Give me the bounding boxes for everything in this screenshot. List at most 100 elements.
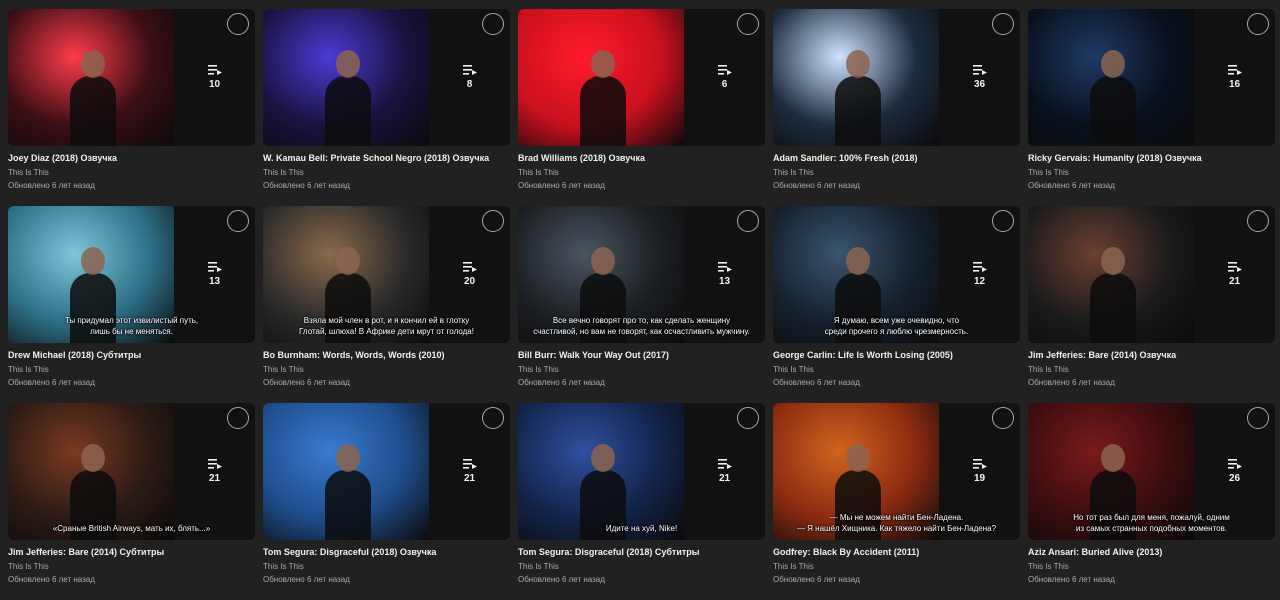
performer-head [81, 247, 105, 275]
playlist-card[interactable]: 21 Tom Segura: Disgraceful (2018) Озвучка… [263, 403, 510, 600]
video-count: 21 [1228, 276, 1241, 287]
playlist-thumbnail[interactable]: 21 Идите на хуй, Nike! [518, 403, 765, 540]
thumbnail-subtitle: Я думаю, всем уже очевидно, что среди пр… [824, 316, 969, 336]
playlist-icon [1227, 262, 1242, 272]
playlist-title[interactable]: Bill Burr: Walk Your Way Out (2017) [518, 350, 765, 360]
playlist-thumbnail[interactable]: 16 [1028, 9, 1275, 146]
playlist-icon [972, 459, 987, 469]
playlist-title[interactable]: Brad Williams (2018) Озвучка [518, 153, 765, 163]
playlist-title[interactable]: Adam Sandler: 100% Fresh (2018) [773, 153, 1020, 163]
performer-head [336, 50, 360, 78]
playlist-thumbnail[interactable]: 13 Ты придумал этот извилистый путь, лишь… [8, 206, 255, 343]
playlist-title[interactable]: Ricky Gervais: Humanity (2018) Озвучка [1028, 153, 1275, 163]
channel-name[interactable]: This Is This [518, 365, 765, 374]
playlist-icon [1227, 65, 1242, 75]
updated-label: Обновлено 6 лет назад [8, 181, 95, 190]
playlist-icon [207, 65, 222, 75]
channel-logo-icon [227, 13, 249, 35]
updated-label: Обновлено 6 лет назад [518, 378, 605, 387]
channel-name[interactable]: This Is This [773, 365, 1020, 374]
thumbnail-subtitle: Идите на хуй, Nike! [605, 524, 678, 533]
performer-head [336, 247, 360, 275]
playlist-thumbnail[interactable]: 10 [8, 9, 255, 146]
playlist-card[interactable]: 16 Ricky Gervais: Humanity (2018) Озвучка… [1028, 9, 1275, 206]
channel-name[interactable]: This Is This [518, 168, 765, 177]
channel-name[interactable]: This Is This [263, 365, 510, 374]
playlist-card[interactable]: 21 «Сраные British Airways, мать их, блят… [8, 403, 255, 600]
playlist-card[interactable]: 20 Взяла мой член в рот, и я кончил ей в … [263, 206, 510, 403]
playlist-icon [1227, 459, 1242, 469]
video-count: 12 [973, 276, 986, 287]
updated-label: Обновлено 6 лет назад [518, 575, 605, 584]
playlist-card[interactable]: 36 Adam Sandler: 100% Fresh (2018) This Is… [773, 9, 1020, 206]
playlist-icon [462, 65, 477, 75]
playlist-card[interactable]: 8 W. Kamau Bell: Private School Negro (20… [263, 9, 510, 206]
video-count: 19 [973, 473, 986, 484]
channel-name[interactable]: This Is This [8, 168, 255, 177]
playlist-thumbnail[interactable]: 8 [263, 9, 510, 146]
performer-head [81, 444, 105, 472]
playlist-card[interactable]: 12 Я думаю, всем уже очевидно, что среди … [773, 206, 1020, 403]
channel-name[interactable]: This Is This [518, 562, 765, 571]
playlist-card[interactable]: 21 Jim Jefferies: Bare (2014) Озвучка This… [1028, 206, 1275, 403]
channel-logo-icon [992, 210, 1014, 232]
playlist-card[interactable]: 13 Все вечно говорят про то, как сделать … [518, 206, 765, 403]
channel-name[interactable]: This Is This [773, 562, 1020, 571]
playlist-title[interactable]: George Carlin: Life Is Worth Losing (200… [773, 350, 1020, 360]
thumbnail-subtitle: — Мы не можем найти Бен-Ладена. — Я нашё… [796, 513, 997, 533]
playlist-title[interactable]: Godfrey: Black By Accident (2011) [773, 547, 1020, 557]
updated-label: Обновлено 6 лет назад [263, 575, 350, 584]
playlist-title[interactable]: Jim Jefferies: Bare (2014) Озвучка [1028, 350, 1275, 360]
thumbnail-image [1028, 206, 1194, 343]
playlist-title[interactable]: Joey Diaz (2018) Озвучка [8, 153, 255, 163]
playlist-title[interactable]: W. Kamau Bell: Private School Negro (201… [263, 153, 510, 163]
playlist-icon [717, 262, 732, 272]
playlist-title[interactable]: Bo Burnham: Words, Words, Words (2010) [263, 350, 510, 360]
performer-silhouette [580, 76, 626, 146]
channel-name[interactable]: This Is This [263, 168, 510, 177]
playlist-thumbnail[interactable]: 13 Все вечно говорят про то, как сделать … [518, 206, 765, 343]
channel-name[interactable]: This Is This [263, 562, 510, 571]
playlist-card[interactable]: 13 Ты придумал этот извилистый путь, лишь… [8, 206, 255, 403]
channel-name[interactable]: This Is This [1028, 365, 1275, 374]
playlist-title[interactable]: Aziz Ansari: Buried Alive (2013) [1028, 547, 1275, 557]
playlist-thumbnail[interactable]: 19 — Мы не можем найти Бен-Ладена. — Я на… [773, 403, 1020, 540]
channel-logo-icon [1247, 407, 1269, 429]
performer-head [336, 444, 360, 472]
channel-name[interactable]: This Is This [8, 365, 255, 374]
playlist-card[interactable]: 6 Brad Williams (2018) Озвучка This Is Thi… [518, 9, 765, 206]
playlist-thumbnail[interactable]: 20 Взяла мой член в рот, и я кончил ей в … [263, 206, 510, 343]
playlist-thumbnail[interactable]: 21 [1028, 206, 1275, 343]
playlist-thumbnail[interactable]: 21 «Сраные British Airways, мать их, блят… [8, 403, 255, 540]
playlist-icon [207, 459, 222, 469]
thumbnail-image [773, 9, 939, 146]
video-count: 13 [718, 276, 731, 287]
playlist-thumbnail[interactable]: 6 [518, 9, 765, 146]
playlist-title[interactable]: Drew Michael (2018) Субтитры [8, 350, 255, 360]
playlist-thumbnail[interactable]: 12 Я думаю, всем уже очевидно, что среди … [773, 206, 1020, 343]
playlist-thumbnail[interactable]: 36 [773, 9, 1020, 146]
video-count: 20 [463, 276, 476, 287]
channel-logo-icon [227, 407, 249, 429]
playlist-thumbnail[interactable]: 26 Но тот раз был для меня, пожалуй, одни… [1028, 403, 1275, 540]
channel-name[interactable]: This Is This [1028, 168, 1275, 177]
channel-name[interactable]: This Is This [773, 168, 1020, 177]
playlist-title[interactable]: Tom Segura: Disgraceful (2018) Озвучка [263, 547, 510, 557]
playlist-card[interactable]: 26 Но тот раз был для меня, пожалуй, одни… [1028, 403, 1275, 600]
playlist-grid: 10 Joey Diaz (2018) Озвучка This Is This Об… [8, 9, 1275, 600]
channel-name[interactable]: This Is This [8, 562, 255, 571]
playlist-card[interactable]: 19 — Мы не можем найти Бен-Ладена. — Я на… [773, 403, 1020, 600]
playlist-title[interactable]: Jim Jefferies: Bare (2014) Субтитры [8, 547, 255, 557]
video-count: 36 [973, 79, 986, 90]
playlist-thumbnail[interactable]: 21 [263, 403, 510, 540]
updated-label: Обновлено 6 лет назад [1028, 181, 1115, 190]
video-count: 8 [466, 79, 473, 90]
playlist-card[interactable]: 10 Joey Diaz (2018) Озвучка This Is This Об… [8, 9, 255, 206]
channel-logo-icon [482, 210, 504, 232]
playlist-title[interactable]: Tom Segura: Disgraceful (2018) Субтитры [518, 547, 765, 557]
playlist-card[interactable]: 21 Идите на хуй, Nike! Tom Segura: Disgrac… [518, 403, 765, 600]
updated-label: Обновлено 6 лет назад [518, 181, 605, 190]
thumbnail-image [518, 9, 684, 146]
video-count: 13 [208, 276, 221, 287]
channel-name[interactable]: This Is This [1028, 562, 1275, 571]
